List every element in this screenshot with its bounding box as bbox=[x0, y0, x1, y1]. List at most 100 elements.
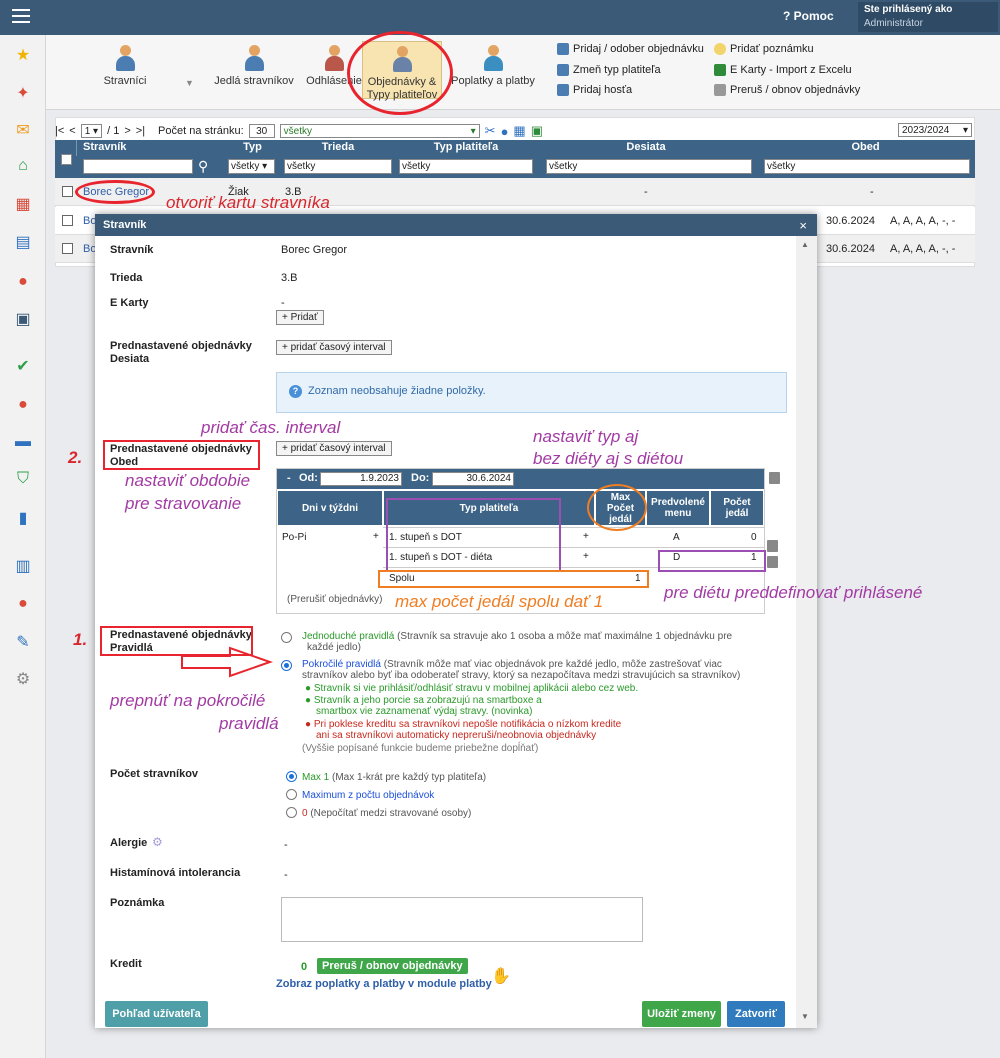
row-checkbox[interactable] bbox=[62, 243, 73, 254]
next-page-button[interactable]: > bbox=[124, 125, 130, 137]
count-zero-radio[interactable] bbox=[286, 807, 297, 818]
column-header-stravnik[interactable]: Stravník bbox=[83, 141, 126, 153]
user-icon[interactable]: ● bbox=[12, 271, 34, 293]
user-view-button[interactable]: Pohľad užívateľa bbox=[105, 1001, 208, 1027]
user-menu[interactable]: Ste prihlásený ako Administrátor bbox=[858, 2, 998, 32]
bullet-3: ● Pri poklese kreditu sa stravníkovi nep… bbox=[305, 719, 622, 730]
trash-icon[interactable] bbox=[767, 556, 778, 568]
name-filter-input[interactable] bbox=[83, 159, 193, 174]
row-checkbox[interactable] bbox=[62, 186, 73, 197]
add-interval-desiata-button[interactable]: + pridať časový interval bbox=[276, 340, 392, 355]
per-page-input[interactable]: 30 bbox=[248, 124, 275, 138]
column-header-typ[interactable]: Typ bbox=[225, 141, 280, 153]
label-stravnik: Stravník bbox=[110, 244, 154, 256]
desiata-filter[interactable]: všetky bbox=[546, 159, 752, 174]
column-header-trieda[interactable]: Trieda bbox=[281, 141, 395, 153]
type-filter[interactable]: všetky ▾ bbox=[228, 159, 275, 174]
ribbon-button-jedla[interactable]: Jedlá stravníkov bbox=[214, 45, 294, 88]
modal-title: Stravník bbox=[103, 219, 147, 231]
class-filter[interactable]: všetky bbox=[284, 159, 392, 174]
ekarty-import-link[interactable]: E Karty - Import z Excelu bbox=[714, 64, 852, 76]
advanced-rules-title: Pokročilé pravidlá bbox=[302, 659, 381, 670]
last-page-button[interactable]: >| bbox=[136, 125, 145, 137]
person-filter-icon[interactable]: ● bbox=[501, 124, 509, 139]
obed-filter[interactable]: všetky bbox=[764, 159, 970, 174]
stats-icon[interactable]: ● bbox=[12, 394, 34, 416]
pause-resume-orders-button[interactable]: Preruš / obnov objednávky bbox=[317, 958, 468, 974]
gear-icon[interactable]: ⚙ bbox=[152, 835, 163, 849]
home-icon[interactable]: ⌂ bbox=[12, 155, 34, 177]
column-header-typ-platitela[interactable]: Typ platiteľa bbox=[396, 141, 536, 153]
close-icon[interactable]: × bbox=[799, 218, 807, 233]
wand-icon[interactable]: ✦ bbox=[12, 82, 34, 104]
simple-rules-radio[interactable] bbox=[281, 632, 292, 643]
column-header-desiata[interactable]: Desiata bbox=[536, 141, 756, 153]
label-line: Prednastavené objednávky bbox=[110, 340, 252, 352]
chart-icon[interactable]: ▮ bbox=[12, 507, 34, 529]
book-icon[interactable]: ▥ bbox=[12, 555, 34, 577]
search-icon[interactable]: ⚲ bbox=[198, 158, 208, 175]
tools-icon[interactable]: ✂ bbox=[485, 123, 496, 139]
save-button[interactable]: Uložiť zmeny bbox=[642, 1001, 721, 1027]
do-input[interactable]: 30.6.2024 bbox=[432, 472, 514, 486]
excel-export-icon[interactable]: ▣ bbox=[531, 123, 543, 139]
add-guest-link[interactable]: Pridaj hosťa bbox=[557, 84, 632, 96]
count-max-orders-radio[interactable] bbox=[286, 789, 297, 800]
add-row-button[interactable]: + bbox=[373, 531, 379, 542]
menu-icon[interactable] bbox=[12, 9, 30, 23]
note-textarea[interactable] bbox=[281, 897, 643, 942]
pen-icon[interactable]: ✎ bbox=[12, 631, 34, 653]
dropdown-arrow-icon[interactable]: ▼ bbox=[185, 78, 194, 88]
row-checkbox[interactable] bbox=[62, 215, 73, 226]
add-remove-order-link[interactable]: Pridaj / odober objednávku bbox=[557, 43, 704, 55]
row-date: 30.6.2024 bbox=[826, 215, 875, 227]
add-interval-obed-button[interactable]: + pridať časový interval bbox=[276, 441, 392, 456]
chat-icon[interactable]: ● bbox=[12, 593, 34, 615]
add-payer-button[interactable]: + bbox=[583, 551, 589, 562]
ribbon-button-poplatky[interactable]: Poplatky a platby bbox=[450, 45, 536, 88]
shield-icon[interactable]: ⛉ bbox=[12, 468, 34, 490]
calendar-grid-icon[interactable]: ▦ bbox=[12, 193, 34, 215]
document-icon[interactable]: ▤ bbox=[12, 231, 34, 253]
column-header-obed[interactable]: Obed bbox=[756, 141, 975, 153]
value-alergie: - bbox=[284, 839, 288, 851]
pause-resume-orders-link[interactable]: Preruš / obnov objednávky bbox=[714, 84, 860, 96]
rules-footnote: (Vyššie popísané funkcie budeme priebežn… bbox=[302, 743, 539, 754]
add-note-link[interactable]: Pridať poznámku bbox=[714, 43, 814, 55]
close-button[interactable]: Zatvoriť bbox=[727, 1001, 785, 1027]
columns-icon[interactable]: ▦ bbox=[513, 123, 525, 139]
change-payer-type-link[interactable]: Zmeň typ platiteľa bbox=[557, 64, 661, 76]
mail-icon[interactable]: ✉ bbox=[12, 119, 34, 141]
help-label: Pomoc bbox=[793, 9, 834, 23]
payments-link[interactable]: Zobraz poplatky a platby v module platby bbox=[276, 978, 492, 990]
scrollbar[interactable]: ▲ ▼ bbox=[796, 236, 817, 1028]
ribbon-button-stravnici[interactable]: Stravníci bbox=[101, 45, 149, 88]
year-select[interactable]: 2023/2024 ▾ bbox=[898, 123, 972, 137]
count-max1-radio[interactable] bbox=[286, 771, 297, 782]
filter-select[interactable]: všetky ▾ bbox=[279, 124, 480, 138]
briefcase-icon[interactable]: ▬ bbox=[12, 431, 34, 453]
star-icon[interactable]: ★ bbox=[12, 44, 34, 66]
payer-filter[interactable]: všetky bbox=[399, 159, 533, 174]
collapse-icon[interactable]: - bbox=[287, 472, 291, 484]
scroll-down-icon[interactable]: ▼ bbox=[801, 1012, 809, 1021]
page-select[interactable]: 1 ▾ bbox=[80, 124, 103, 138]
trash-icon[interactable] bbox=[767, 540, 778, 552]
scroll-up-icon[interactable]: ▲ bbox=[801, 240, 809, 249]
menu-row-1[interactable]: A bbox=[673, 532, 680, 543]
calendar-icon[interactable]: ▣ bbox=[12, 308, 34, 330]
check-icon[interactable]: ✔ bbox=[12, 355, 34, 377]
count-row-1[interactable]: 0 bbox=[751, 532, 757, 543]
trash-icon[interactable] bbox=[769, 472, 780, 484]
help-link[interactable]: ? Pomoc bbox=[783, 9, 834, 23]
count-opt1-desc: (Max 1-krát pre každý typ platiteľa) bbox=[329, 772, 487, 783]
interrupt-orders-link[interactable]: (Prerušiť objednávky) bbox=[287, 594, 382, 605]
od-input[interactable]: 1.9.2023 bbox=[320, 472, 402, 486]
first-page-button[interactable]: |< bbox=[55, 125, 64, 137]
add-payer-button[interactable]: + bbox=[583, 531, 589, 542]
advanced-rules-radio[interactable] bbox=[281, 660, 292, 671]
prev-page-button[interactable]: < bbox=[69, 125, 75, 137]
settings-icon[interactable]: ⚙ bbox=[12, 668, 34, 690]
add-card-button[interactable]: + Pridať bbox=[276, 310, 324, 325]
select-all-checkbox[interactable] bbox=[61, 154, 72, 165]
